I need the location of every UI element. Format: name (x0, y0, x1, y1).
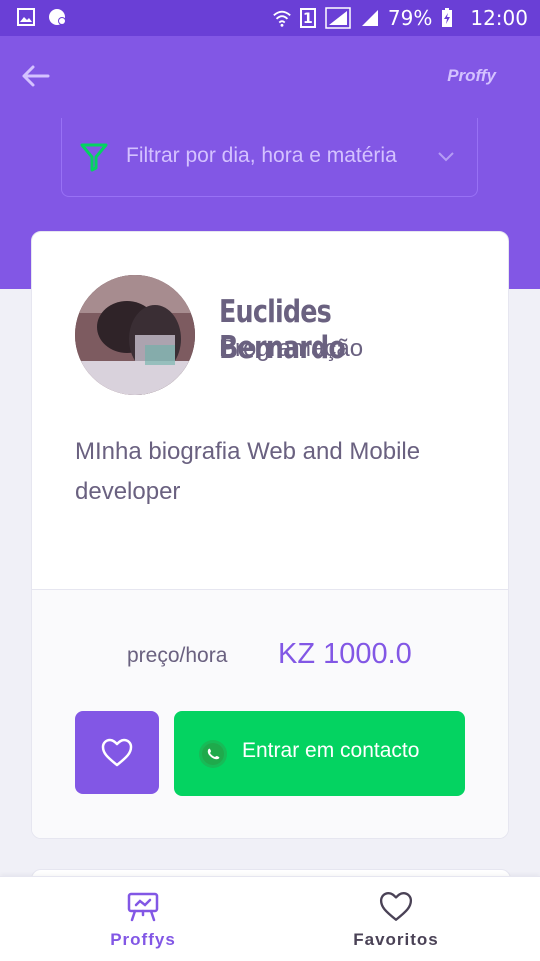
battery-icon (440, 8, 454, 28)
whatsapp-notification-icon (48, 7, 68, 27)
back-button[interactable] (20, 64, 56, 92)
tab-favoritos-label: Favoritos (353, 930, 439, 949)
sim-badge: 1 (299, 8, 316, 28)
heart-icon (101, 738, 133, 766)
clock: 12:00 (470, 6, 528, 30)
price-value: KZ 1000.0 (278, 638, 412, 670)
whatsapp-icon (198, 739, 228, 769)
filter-toggle[interactable]: Filtrar por dia, hora e matéria (61, 118, 478, 197)
favorite-button[interactable] (75, 711, 159, 794)
contact-button[interactable]: Entrar em contacto (174, 711, 465, 796)
battery-percent: 79% (387, 6, 433, 30)
signal-icon (324, 7, 352, 29)
tab-proffys[interactable]: Proffys (8, 877, 278, 961)
tab-favoritos[interactable]: Favoritos (261, 877, 531, 961)
filter-label: Filtrar por dia, hora e matéria (126, 144, 397, 167)
teacher-subject: Programação (219, 335, 364, 362)
arrow-left-icon (22, 65, 50, 87)
heart-icon (379, 891, 413, 923)
brand-logo: Proffy (447, 66, 496, 85)
status-bar: 1 79% 12:00 (0, 0, 540, 36)
tab-bar: Proffys Favoritos (0, 876, 540, 961)
chevron-down-icon (437, 150, 455, 164)
teacher-card: Euclides Bernardo Programação MInha biog… (31, 231, 509, 839)
wifi-icon (272, 8, 292, 28)
avatar (75, 275, 195, 395)
price-label: preço/hora (127, 644, 228, 667)
contact-label: Entrar em contacto (242, 739, 420, 762)
filter-icon (80, 142, 108, 172)
tab-proffys-label: Proffys (110, 930, 176, 949)
card-footer: preço/hora KZ 1000.0 Entrar em contacto (32, 589, 508, 838)
easel-icon (126, 891, 160, 923)
signal-2-icon (360, 8, 380, 28)
image-notification-icon (16, 7, 36, 27)
teacher-bio: MInha biografia Web and Mobile developer (75, 438, 421, 505)
